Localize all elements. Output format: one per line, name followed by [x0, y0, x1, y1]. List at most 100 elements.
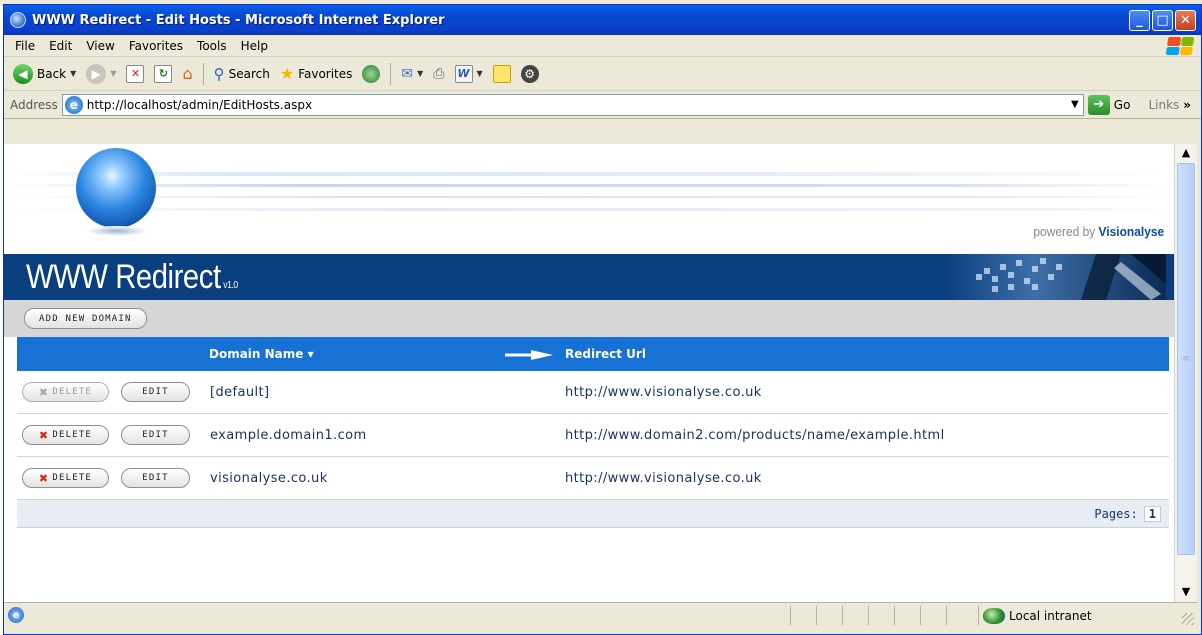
menu-help[interactable]: Help	[234, 39, 275, 53]
home-icon: ⌂	[182, 64, 193, 83]
search-icon: ⚲	[213, 64, 225, 83]
discuss-button[interactable]	[490, 61, 514, 87]
address-label: Address	[10, 97, 58, 112]
logo-orb-icon	[76, 148, 156, 228]
scroll-down-icon[interactable]: ▼	[1175, 583, 1197, 600]
site-header: powered by Visionalyse	[4, 144, 1174, 254]
vertical-scrollbar[interactable]: ▲ ≡ ▼	[1174, 144, 1197, 602]
delete-button[interactable]: ✖ DELETE	[22, 382, 109, 402]
print-button[interactable]: ⎙	[430, 61, 447, 87]
app-title-text: WWW Redirect	[26, 258, 221, 296]
edit-dropdown-icon[interactable]: ▼	[477, 69, 483, 78]
resize-grip-icon[interactable]	[1182, 613, 1194, 625]
mail-icon: ✉	[401, 65, 414, 82]
close-button[interactable]: ✕	[1175, 9, 1196, 31]
status-cell	[894, 606, 920, 625]
menu-edit[interactable]: Edit	[42, 39, 79, 53]
media-button[interactable]	[359, 61, 383, 87]
address-url[interactable]: http://localhost/admin/EditHosts.aspx	[87, 98, 1067, 112]
grid-header: Domain Name ▾ Redirect Url	[17, 337, 1169, 371]
mail-dropdown-icon[interactable]: ▼	[417, 69, 423, 78]
ie-app-icon[interactable]	[10, 12, 26, 28]
status-cell	[946, 606, 972, 625]
delete-button[interactable]: ✖ DELETE	[22, 468, 109, 488]
back-label: Back	[37, 66, 67, 81]
scroll-up-icon[interactable]: ▲	[1175, 144, 1197, 161]
status-cell	[920, 606, 946, 625]
redirect-url: http://www.domain2.com/products/name/exa…	[565, 427, 945, 443]
table-row: ✖ DELETE EDIT visionalyse.co.uk http://ww…	[17, 457, 1169, 500]
standard-toolbar: ◀ Back ▼ ▶ ▼ ✕ ↻ ⌂ ⚲ Search ★ Favorites	[4, 57, 1201, 91]
address-bar: Address e http://localhost/admin/EditHos…	[4, 91, 1201, 119]
column-domain-label: Domain Name	[209, 347, 304, 361]
header-banner-art	[946, 254, 1166, 300]
edit-button[interactable]: EDIT	[121, 468, 190, 488]
forward-arrow-icon: ▶	[86, 63, 107, 84]
domain-name: [default]	[210, 384, 270, 400]
messenger-button[interactable]: ⚙	[518, 61, 542, 87]
toolbar-separator	[390, 62, 392, 85]
brand-bar: WWW Redirect v1.0	[4, 254, 1174, 300]
window-title: WWW Redirect - Edit Hosts - Microsoft In…	[32, 12, 445, 28]
address-dropdown-icon[interactable]: ▼	[1067, 99, 1083, 110]
column-redirect-url[interactable]: Redirect Url	[565, 347, 646, 361]
edit-button[interactable]: EDIT	[121, 382, 190, 402]
stop-button[interactable]: ✕	[123, 61, 147, 87]
back-button[interactable]: ◀ Back ▼	[10, 61, 79, 87]
maximize-button[interactable]: □	[1152, 9, 1173, 31]
scroll-thumb[interactable]: ≡	[1177, 163, 1195, 555]
delete-label: DELETE	[52, 473, 93, 483]
chevron-right-icon: »	[1183, 97, 1192, 112]
page-viewport: powered by Visionalyse WWW Redirectv1.0	[4, 144, 1174, 602]
page-link-1[interactable]: 1	[1143, 505, 1161, 522]
menu-tools[interactable]: Tools	[190, 39, 234, 53]
delete-x-icon: ✖	[38, 428, 50, 442]
edit-with-word-button[interactable]: W ▼	[452, 61, 486, 87]
go-button[interactable]: ➔ Go	[1087, 94, 1130, 115]
header-streak	[4, 172, 1170, 176]
address-field[interactable]: e http://localhost/admin/EditHosts.aspx …	[61, 93, 1084, 116]
header-streak	[4, 184, 1170, 187]
menu-view[interactable]: View	[79, 39, 121, 53]
pager-label: Pages:	[1094, 506, 1138, 521]
header-streak	[4, 196, 1170, 198]
delete-label: DELETE	[52, 430, 93, 440]
column-domain-name[interactable]: Domain Name ▾	[209, 347, 314, 361]
menu-favorites[interactable]: Favorites	[122, 39, 190, 53]
powered-by[interactable]: powered by Visionalyse	[1033, 224, 1164, 239]
add-new-domain-button[interactable]: ADD NEW DOMAIN	[24, 308, 147, 329]
refresh-button[interactable]: ↻	[151, 61, 175, 87]
page-icon: e	[64, 95, 83, 114]
menu-file[interactable]: File	[8, 39, 42, 53]
forward-dropdown-icon[interactable]: ▼	[110, 69, 116, 78]
powered-prefix: powered by	[1033, 224, 1096, 239]
links-label: Links	[1148, 97, 1180, 112]
back-dropdown-icon[interactable]: ▼	[70, 69, 76, 78]
search-button[interactable]: ⚲ Search	[211, 61, 273, 87]
home-button[interactable]: ⌂	[179, 61, 195, 87]
favorites-label: Favorites	[298, 66, 353, 81]
table-row: ✖ DELETE EDIT [default] http://www.vision…	[17, 371, 1169, 414]
redirect-url: http://www.visionalyse.co.uk	[565, 470, 762, 486]
action-bar: ADD NEW DOMAIN	[4, 300, 1174, 337]
print-icon: ⎙	[433, 65, 445, 82]
stop-icon: ✕	[126, 64, 145, 83]
powered-brand: Visionalyse	[1098, 224, 1164, 239]
security-zone[interactable]: Local intranet	[978, 606, 1092, 625]
delete-button[interactable]: ✖ DELETE	[22, 425, 109, 445]
word-icon: W	[454, 64, 473, 83]
delete-label: DELETE	[52, 387, 93, 397]
mail-button[interactable]: ✉ ▼	[398, 61, 426, 87]
media-icon	[362, 64, 381, 83]
edit-button[interactable]: EDIT	[121, 425, 190, 445]
status-cell	[790, 606, 816, 625]
delete-x-icon: ✖	[38, 471, 50, 485]
back-arrow-icon: ◀	[13, 63, 33, 84]
refresh-icon: ↻	[154, 64, 173, 83]
toolbar-separator	[202, 62, 204, 85]
minimize-button[interactable]: _	[1129, 9, 1150, 31]
zone-label: Local intranet	[1009, 608, 1092, 623]
forward-button[interactable]: ▶ ▼	[83, 61, 119, 87]
favorites-button[interactable]: ★ Favorites	[277, 61, 356, 87]
links-button[interactable]: Links»	[1148, 98, 1191, 112]
